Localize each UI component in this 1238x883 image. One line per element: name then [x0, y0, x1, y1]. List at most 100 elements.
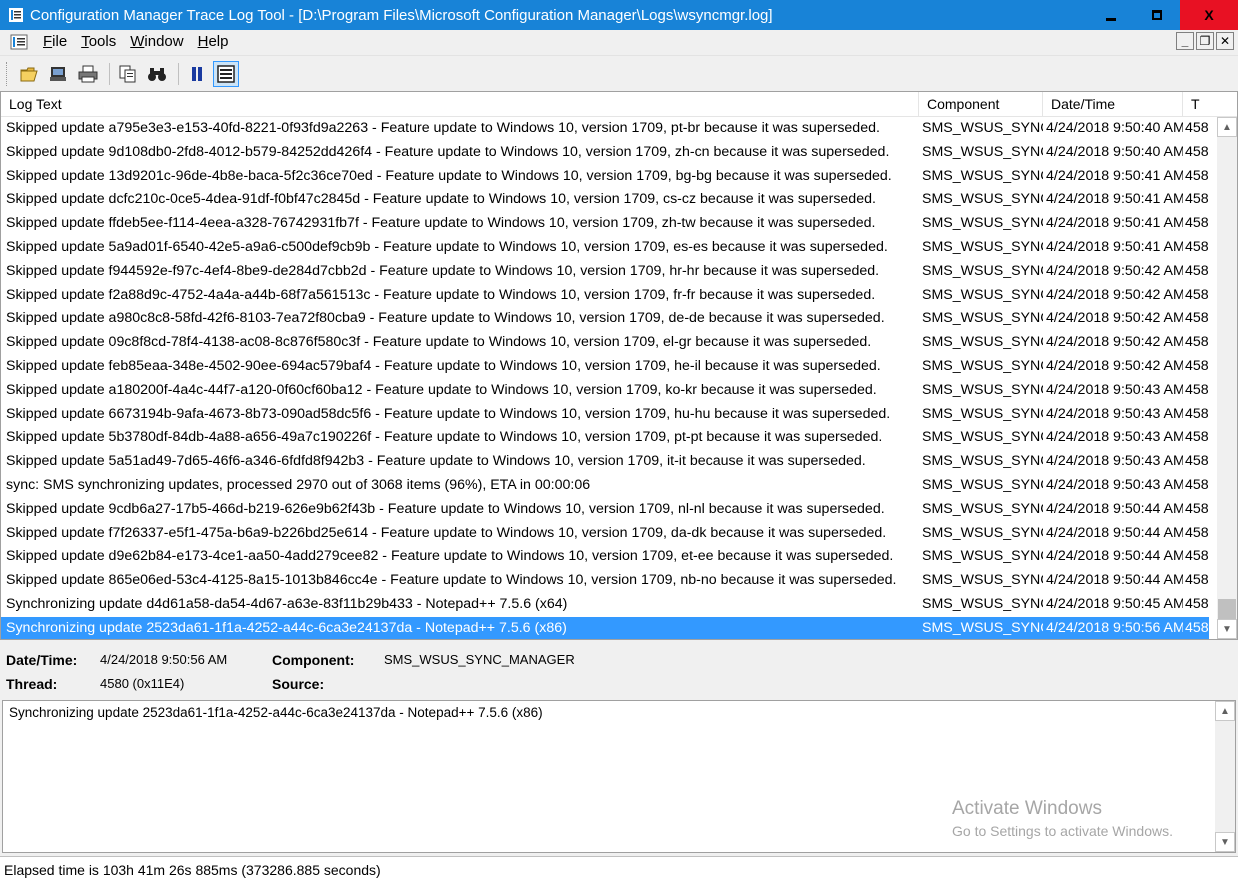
log-row[interactable]: Skipped update 9cdb6a27-17b5-466d-b219-6… — [1, 498, 1209, 522]
scroll-thumb[interactable] — [1218, 599, 1236, 619]
datetime-cell: 4/24/2018 9:50:43 AM — [1046, 453, 1183, 470]
component-cell: SMS_WSUS_SYNC — [922, 334, 1043, 351]
close-button[interactable]: X — [1180, 0, 1238, 30]
print-button[interactable] — [75, 61, 101, 87]
copy-button[interactable] — [115, 61, 141, 87]
log-row[interactable]: Skipped update f944592e-f97c-4ef4-8be9-d… — [1, 260, 1209, 284]
log-row[interactable]: Skipped update a180200f-4a4c-44f7-a120-0… — [1, 379, 1209, 403]
log-row[interactable]: Skipped update 9d108db0-2fd8-4012-b579-8… — [1, 141, 1209, 165]
log-row[interactable]: Skipped update dcfc210c-0ce5-4dea-91df-f… — [1, 188, 1209, 212]
log-text-cell: Skipped update a795e3e3-e153-40fd-8221-0… — [6, 120, 880, 136]
log-row[interactable]: Skipped update 13d9201c-96de-4b8e-baca-5… — [1, 165, 1209, 189]
mdi-restore-button[interactable]: ❐ — [1196, 32, 1214, 50]
component-cell: SMS_WSUS_SYNC — [922, 595, 1043, 612]
list-scrollbar[interactable]: ▲ ▼ — [1217, 117, 1237, 639]
thread-cell: 458 — [1185, 120, 1209, 136]
thread-cell: 458 — [1185, 429, 1209, 446]
log-text-cell: Skipped update f7f26337-e5f1-475a-b6a9-b… — [6, 524, 887, 541]
details-pane-button[interactable] — [213, 60, 239, 87]
thread-cell: 458 — [1185, 381, 1209, 398]
log-row[interactable]: Skipped update 5b3780df-84db-4a88-a656-4… — [1, 426, 1209, 450]
message-textbox[interactable]: Synchronizing update 2523da61-1f1a-4252-… — [2, 700, 1236, 853]
thread-cell: 458 — [1185, 405, 1209, 422]
log-text-cell: Skipped update 9cdb6a27-17b5-466d-b219-6… — [6, 500, 885, 517]
component-cell: SMS_WSUS_SYNC — [922, 381, 1043, 398]
toolbar-grip[interactable] — [6, 61, 9, 86]
maximize-icon — [1152, 10, 1162, 20]
log-text-cell: Skipped update a180200f-4a4c-44f7-a120-0… — [6, 381, 877, 398]
source-label: Source: — [272, 676, 325, 692]
datetime-cell: 4/24/2018 9:50:43 AM — [1046, 381, 1183, 398]
datetime-cell: 4/24/2018 9:50:44 AM — [1046, 524, 1183, 541]
column-header-thread[interactable]: T — [1183, 92, 1237, 117]
log-row[interactable]: Skipped update f2a88d9c-4752-4a4a-a44b-6… — [1, 284, 1209, 308]
component-cell: SMS_WSUS_SYNC — [922, 167, 1043, 184]
activation-watermark-title: Activate Windows — [952, 798, 1102, 819]
thread-cell: 458 — [1185, 238, 1209, 255]
find-button[interactable] — [144, 61, 170, 87]
log-row[interactable]: Skipped update feb85eaa-348e-4502-90ee-6… — [1, 355, 1209, 379]
log-list[interactable]: Log Text Component Date/Time T Skipped u… — [0, 91, 1238, 640]
component-cell: SMS_WSUS_SYNC — [922, 191, 1043, 208]
thread-cell: 458 — [1185, 167, 1209, 184]
log-row[interactable]: sync: SMS synchronizing updates, process… — [1, 474, 1209, 498]
column-header-datetime[interactable]: Date/Time — [1043, 92, 1183, 117]
log-row[interactable]: Skipped update a795e3e3-e153-40fd-8221-0… — [1, 117, 1209, 141]
thread-cell: 458 — [1185, 453, 1209, 470]
print-icon — [78, 65, 98, 82]
component-cell: SMS_WSUS_SYNC — [922, 310, 1043, 327]
datetime-cell: 4/24/2018 9:50:41 AM — [1046, 238, 1183, 255]
log-row[interactable]: Skipped update 09c8f8cd-78f4-4138-ac08-8… — [1, 331, 1209, 355]
log-row[interactable]: Synchronizing update 2523da61-1f1a-4252-… — [1, 616, 1209, 639]
datetime-cell: 4/24/2018 9:50:42 AM — [1046, 334, 1183, 351]
thread-cell: 458 — [1185, 357, 1209, 374]
log-text-cell: Skipped update f2a88d9c-4752-4a4a-a44b-6… — [6, 286, 876, 303]
log-text-cell: Skipped update 5a51ad49-7d65-46f6-a346-6… — [6, 453, 866, 470]
log-text-cell: Skipped update a980c8c8-58fd-42f6-8103-7… — [6, 310, 885, 327]
log-row[interactable]: Skipped update d9e62b84-e173-4ce1-aa50-4… — [1, 545, 1209, 569]
mdi-close-button[interactable]: ✕ — [1216, 32, 1234, 50]
document-icon[interactable] — [10, 34, 28, 50]
print-preview-button[interactable] — [46, 61, 72, 87]
log-text-cell: Skipped update feb85eaa-348e-4502-90ee-6… — [6, 357, 881, 374]
title-bar: Configuration Manager Trace Log Tool - [… — [0, 0, 1238, 30]
log-row[interactable]: Skipped update ffdeb5ee-f114-4eea-a328-7… — [1, 212, 1209, 236]
datetime-cell: 4/24/2018 9:50:40 AM — [1046, 120, 1183, 136]
open-button[interactable] — [17, 61, 43, 87]
log-row[interactable]: Synchronizing update d4d61a58-da54-4d67-… — [1, 593, 1209, 617]
mdi-minimize-button[interactable]: _ — [1176, 32, 1194, 50]
menu-tools[interactable]: Tools — [74, 31, 123, 53]
log-text-cell: Skipped update 5b3780df-84db-4a88-a656-4… — [6, 429, 883, 446]
toolbar — [0, 55, 1238, 91]
thread-cell: 458 — [1185, 262, 1209, 279]
column-header-log-text[interactable]: Log Text — [1, 92, 919, 117]
scroll-up-arrow[interactable]: ▲ — [1215, 701, 1235, 721]
log-text-cell: Skipped update 09c8f8cd-78f4-4138-ac08-8… — [6, 334, 872, 351]
column-header-component[interactable]: Component — [919, 92, 1043, 117]
menu-window[interactable]: Window — [123, 31, 190, 53]
pause-button[interactable] — [184, 61, 210, 87]
menu-file[interactable]: File — [36, 31, 74, 53]
component-cell: SMS_WSUS_SYNC — [922, 476, 1043, 493]
datetime-cell: 4/24/2018 9:50:42 AM — [1046, 357, 1183, 374]
log-row[interactable]: Skipped update 6673194b-9afa-4673-8b73-0… — [1, 403, 1209, 427]
scroll-down-arrow[interactable]: ▼ — [1217, 619, 1237, 639]
status-bar: Elapsed time is 103h 41m 26s 885ms (3732… — [0, 856, 1238, 883]
log-row[interactable]: Skipped update a980c8c8-58fd-42f6-8103-7… — [1, 307, 1209, 331]
log-row[interactable]: Skipped update 865e06ed-53c4-4125-8a15-1… — [1, 569, 1209, 593]
mdi-controls: _ ❐ ✕ — [1176, 32, 1234, 50]
component-cell: SMS_WSUS_SYNC — [922, 619, 1043, 636]
message-scrollbar[interactable]: ▲ ▼ — [1215, 701, 1235, 852]
thread-value: 4580 (0x11E4) — [100, 676, 185, 691]
maximize-button[interactable] — [1134, 0, 1180, 30]
minimize-button[interactable] — [1088, 0, 1134, 30]
thread-cell: 458 — [1185, 476, 1209, 493]
scroll-down-arrow[interactable]: ▼ — [1215, 832, 1235, 852]
log-row[interactable]: Skipped update 5a9ad01f-6540-42e5-a9a6-c… — [1, 236, 1209, 260]
log-text-cell: Skipped update d9e62b84-e173-4ce1-aa50-4… — [6, 548, 894, 565]
log-row[interactable]: Skipped update f7f26337-e5f1-475a-b6a9-b… — [1, 522, 1209, 546]
scroll-up-arrow[interactable]: ▲ — [1217, 117, 1237, 137]
menu-help[interactable]: Help — [191, 31, 236, 53]
log-row[interactable]: Skipped update 5a51ad49-7d65-46f6-a346-6… — [1, 450, 1209, 474]
datetime-cell: 4/24/2018 9:50:40 AM — [1046, 143, 1183, 160]
